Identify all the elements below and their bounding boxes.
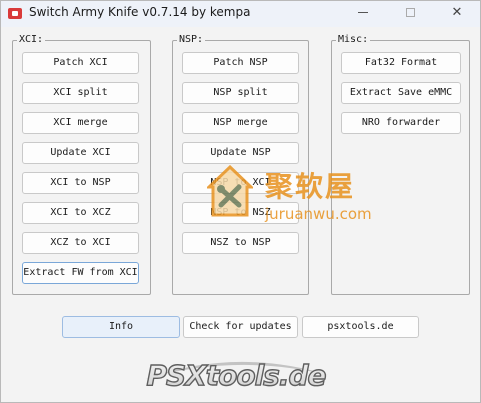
patch-nsp-button[interactable]: Patch NSP xyxy=(182,52,299,74)
xci-group-legend: XCI: xyxy=(17,33,46,47)
nsp-merge-button[interactable]: NSP merge xyxy=(182,112,299,134)
watermark: 聚软屋 juruanwu.com xyxy=(199,163,399,233)
check-for-updates-button[interactable]: Check for updates xyxy=(183,316,298,338)
close-button[interactable]: ✕ xyxy=(434,1,480,27)
title-bar[interactable]: Switch Army Knife v0.7.14 by kempa ✕ xyxy=(1,1,480,27)
watermark-text-cn: 聚软屋 xyxy=(265,170,356,203)
psxtools-logo: PSXtools.de xyxy=(145,358,328,393)
update-xci-button[interactable]: Update XCI xyxy=(22,142,139,164)
nsp-split-button[interactable]: NSP split xyxy=(182,82,299,104)
switch-app-icon xyxy=(8,8,22,19)
info-button[interactable]: Info xyxy=(62,316,180,338)
nro-forwarder-button[interactable]: NRO forwarder xyxy=(341,112,461,134)
minimize-icon xyxy=(358,12,368,13)
minimize-button[interactable] xyxy=(340,1,386,27)
xci-to-nsp-button[interactable]: XCI to NSP xyxy=(22,172,139,194)
maximize-button[interactable] xyxy=(387,1,433,27)
extract-fw-from-xci-button[interactable]: Extract FW from XCI xyxy=(22,262,139,284)
nsz-to-nsp-button[interactable]: NSZ to NSP xyxy=(182,232,299,254)
xcz-to-xci-button[interactable]: XCZ to XCI xyxy=(22,232,139,254)
watermark-text-en: juruanwu.com xyxy=(265,205,372,223)
fat32-format-button[interactable]: Fat32 Format xyxy=(341,52,461,74)
window-title: Switch Army Knife v0.7.14 by kempa xyxy=(29,5,251,19)
psxtools-site-button[interactable]: psxtools.de xyxy=(302,316,419,338)
xci-group: XCI: Patch XCI XCI split XCI merge Updat… xyxy=(12,33,151,295)
close-icon: ✕ xyxy=(451,5,463,20)
update-nsp-button[interactable]: Update NSP xyxy=(182,142,299,164)
misc-group-legend: Misc: xyxy=(336,33,371,47)
xci-to-xcz-button[interactable]: XCI to XCZ xyxy=(22,202,139,224)
svg-text:PSXtools.de: PSXtools.de xyxy=(146,359,325,392)
nsp-group-legend: NSP: xyxy=(177,33,206,47)
maximize-icon xyxy=(405,8,415,17)
patch-xci-button[interactable]: Patch XCI xyxy=(22,52,139,74)
xci-merge-button[interactable]: XCI merge xyxy=(22,112,139,134)
house-tools-watermark-icon xyxy=(207,165,253,217)
xci-split-button[interactable]: XCI split xyxy=(22,82,139,104)
extract-save-emmc-button[interactable]: Extract Save eMMC xyxy=(341,82,461,104)
app-window: Switch Army Knife v0.7.14 by kempa ✕ XCI… xyxy=(0,0,481,403)
